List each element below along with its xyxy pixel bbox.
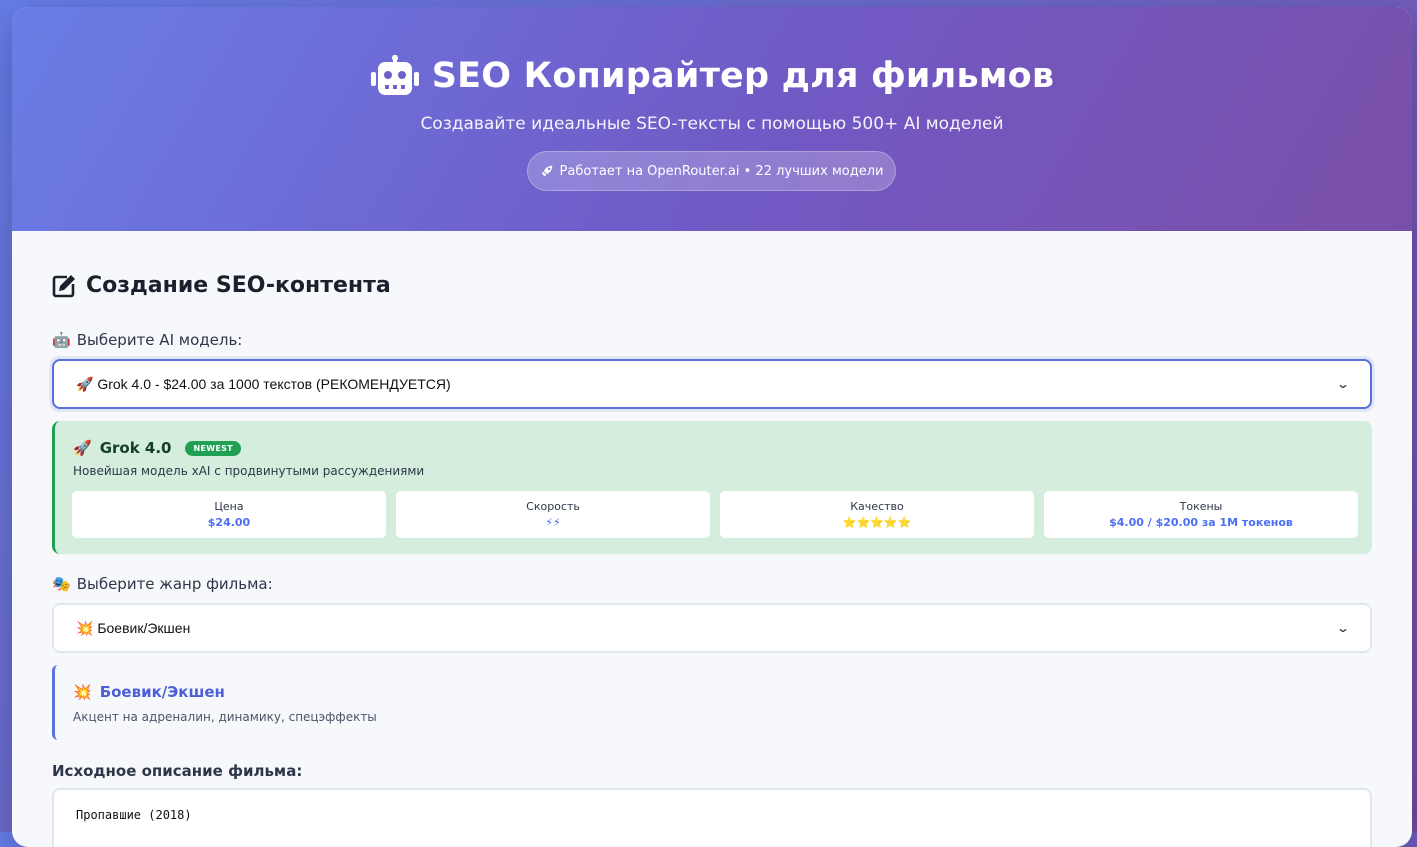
genre-select-label: 🎭 Выберите жанр фильма: <box>52 575 273 593</box>
genre-select[interactable]: 💥 Боевик/Экшен ⌄ <box>52 603 1372 653</box>
page-title: SEO Копирайтер для фильмов <box>12 55 1412 97</box>
title-text: SEO Копирайтер для фильмов <box>431 56 1055 96</box>
model-card-header: 🚀 Grok 4.0 NEWEST <box>73 439 241 457</box>
stat-label: Токены <box>1179 500 1223 513</box>
stat-quality: Качество ⭐⭐⭐⭐⭐ <box>720 491 1034 538</box>
model-select-value: 🚀 Grok 4.0 - $24.00 за 1000 текстов (РЕК… <box>76 376 451 393</box>
stat-value: ⭐⭐⭐⭐⭐ <box>842 516 912 529</box>
header-banner: SEO Копирайтер для фильмов Создавайте ид… <box>12 7 1412 231</box>
description-textarea[interactable]: Пропавшие (2018) <box>52 788 1372 847</box>
genre-select-value: 💥 Боевик/Экшен <box>76 620 190 637</box>
description-label: Исходное описание фильма: <box>52 762 303 780</box>
model-select-label: 🤖 Выберите AI модель: <box>52 331 242 349</box>
stat-label: Качество <box>850 500 904 513</box>
section-title-text: Создание SEO-контента <box>86 273 391 298</box>
robot-face-icon: 🤖 <box>52 331 71 349</box>
model-select[interactable]: 🚀 Grok 4.0 - $24.00 за 1000 текстов (РЕК… <box>52 359 1372 409</box>
model-name: Grok 4.0 <box>99 439 172 457</box>
genre-description: Акцент на адреналин, динамику, спецэффек… <box>73 710 377 724</box>
stat-value: $4.00 / $20.00 за 1М токенов <box>1109 516 1293 529</box>
genre-info-card: 💥 Боевик/Экшен Акцент на адреналин, дина… <box>52 665 1372 740</box>
page-subtitle: Создавайте идеальные SEO-тексты с помощь… <box>420 114 1004 134</box>
stat-label: Скорость <box>526 500 580 513</box>
model-description: Новейшая модель xAI с продвинутыми рассу… <box>73 464 425 478</box>
stat-speed: Скорость ⚡⚡ <box>396 491 710 538</box>
rocket-icon: 🚀 <box>73 439 92 457</box>
explosion-icon: 💥 <box>73 683 92 701</box>
chevron-down-icon: ⌄ <box>1335 621 1351 635</box>
stat-value: ⚡⚡ <box>545 516 561 529</box>
model-label-text: Выберите AI модель: <box>76 331 243 349</box>
rocket-icon <box>541 165 552 177</box>
app-window: SEO Копирайтер для фильмов Создавайте ид… <box>12 7 1412 847</box>
chevron-down-icon: ⌄ <box>1335 377 1351 391</box>
stat-label: Цена <box>214 500 244 513</box>
section-heading: Создание SEO-контента <box>52 273 391 298</box>
stat-value: $24.00 <box>207 516 251 529</box>
pill-text: Работает на OpenRouter.ai • 22 лучших мо… <box>559 163 884 179</box>
rocket-icon: 🚀 <box>76 375 94 392</box>
explosion-icon: 💥 <box>76 619 94 636</box>
stat-tokens: Токены $4.00 / $20.00 за 1М токенов <box>1044 491 1358 538</box>
edit-icon <box>52 274 75 297</box>
genre-title: Боевик/Экшен <box>99 683 225 701</box>
theater-masks-icon: 🎭 <box>52 575 71 593</box>
newest-badge: NEWEST <box>185 440 241 456</box>
model-select-text: Grok 4.0 - $24.00 за 1000 текстов (РЕКОМ… <box>97 375 451 392</box>
genre-select-text: Боевик/Экшен <box>97 619 191 636</box>
provider-pill: Работает на OpenRouter.ai • 22 лучших мо… <box>527 151 896 191</box>
stat-price: Цена $24.00 <box>72 491 386 538</box>
model-stats: Цена $24.00 Скорость ⚡⚡ Качество ⭐⭐⭐⭐⭐ Т… <box>72 491 1358 538</box>
model-info-card: 🚀 Grok 4.0 NEWEST Новейшая модель xAI с … <box>52 421 1372 554</box>
robot-icon <box>370 55 419 95</box>
genre-card-header: 💥 Боевик/Экшен <box>73 683 225 701</box>
genre-label-text: Выберите жанр фильма: <box>76 575 273 593</box>
